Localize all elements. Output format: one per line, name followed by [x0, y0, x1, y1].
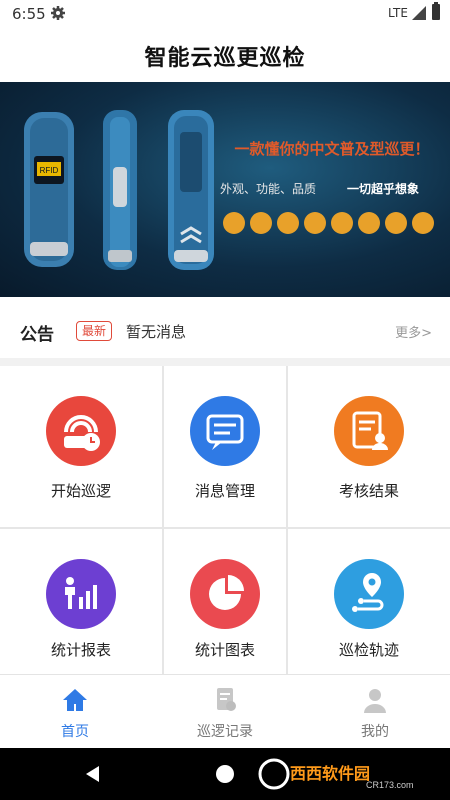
tab-home[interactable]: 首页	[0, 675, 150, 749]
banner-image: RFID 一款懂你的中文普及型巡更！ 外观、功能、品质 一切超乎想象	[24, 110, 434, 270]
watermark-url: CR173.com	[366, 780, 414, 790]
menu-statistics-chart[interactable]: 统计图表	[164, 529, 286, 674]
tab-patrol-record-label: 巡逻记录	[197, 724, 253, 740]
patrol-device-2	[103, 110, 137, 270]
battery-icon	[432, 2, 440, 20]
notice-more-link[interactable]: 更多>	[395, 322, 432, 341]
back-icon[interactable]	[86, 766, 99, 782]
watermark-logo: 西西软件园 CR173.com	[258, 758, 414, 790]
banner-device-label: RFID	[40, 166, 59, 175]
banner-slogan: 一款懂你的中文普及型巡更！	[234, 140, 429, 158]
menu-label-inspection-track: 巡检轨迹	[338, 641, 399, 659]
tab-mine-label: 我的	[361, 724, 389, 740]
feature-dots	[223, 212, 434, 234]
menu-statistics-report[interactable]: 统计报表	[0, 529, 162, 674]
patrol-device-1	[24, 112, 74, 267]
app-title: 智能云巡更巡检	[144, 46, 306, 71]
record-icon	[217, 688, 236, 711]
menu-label-message-management: 消息管理	[194, 482, 255, 500]
menu-label-start-patrol: 开始巡逻	[50, 482, 111, 500]
banner-tagline-left: 外观、功能、品质	[220, 182, 316, 196]
bottom-tab-bar: 首页 巡逻记录 我的	[0, 674, 450, 749]
notice-message: 暂无消息	[126, 323, 187, 341]
patrol-device-3	[168, 110, 214, 270]
banner-tagline-right: 一切超乎想象	[347, 181, 419, 196]
message-icon	[190, 396, 260, 466]
network-type: LTE	[388, 6, 408, 20]
settings-gear-icon	[51, 6, 65, 20]
notice-bar[interactable]: 公告 最新 暂无消息 更多>	[0, 306, 450, 358]
product-banner[interactable]: RFID 一款懂你的中文普及型巡更！ 外观、功能、品质 一切超乎想象	[0, 82, 450, 297]
menu-label-statistics-chart: 统计图表	[194, 641, 255, 659]
tab-home-label: 首页	[61, 724, 89, 740]
app-bar: 智能云巡更巡检	[0, 28, 450, 82]
user-icon	[364, 689, 386, 713]
menu-label-statistics-report: 统计报表	[50, 641, 111, 659]
system-nav-bar: 西西软件园 CR173.com	[0, 748, 450, 800]
watermark-brand: 西西软件园	[290, 764, 370, 783]
section-divider	[0, 358, 450, 366]
track-icon	[334, 559, 404, 629]
result-icon	[334, 396, 404, 466]
home-button-icon[interactable]	[216, 765, 234, 783]
notice-label: 公告	[20, 325, 54, 345]
patrol-icon	[46, 396, 116, 466]
status-time: 6:55	[12, 5, 46, 23]
menu-message-management[interactable]: 消息管理	[164, 366, 286, 527]
tab-mine[interactable]: 我的	[300, 675, 450, 749]
home-icon	[63, 689, 87, 711]
menu-start-patrol[interactable]: 开始巡逻	[0, 366, 162, 527]
menu-inspection-track[interactable]: 巡检轨迹	[288, 529, 450, 674]
function-grid: 开始巡逻 消息管理 考核结果 统计报表 统计图表 巡检轨迹	[0, 366, 450, 674]
signal-icon	[412, 6, 426, 20]
menu-assessment-result[interactable]: 考核结果	[288, 366, 450, 527]
notice-new-badge: 最新	[76, 321, 113, 341]
tab-patrol-record[interactable]: 巡逻记录	[150, 675, 300, 749]
report-icon	[46, 559, 116, 629]
menu-label-assessment-result: 考核结果	[338, 482, 399, 500]
status-bar: 6:55 LTE	[0, 0, 450, 28]
pie-chart-icon	[190, 559, 260, 629]
